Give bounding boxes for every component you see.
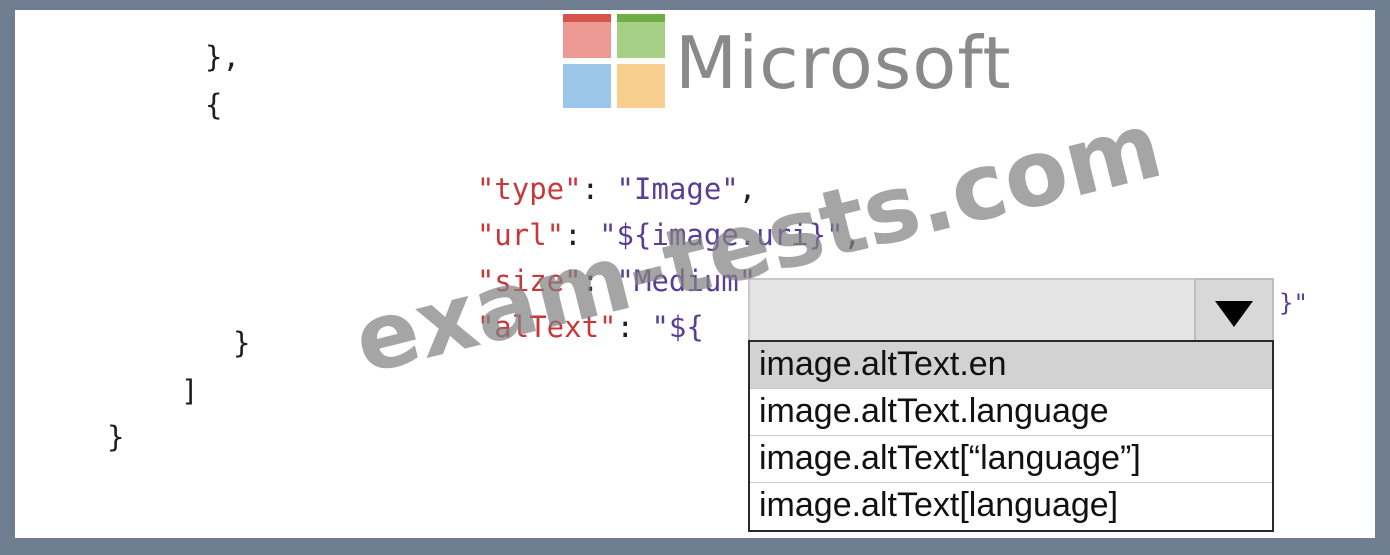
code-line-close-inner-object: } <box>233 326 251 360</box>
option-alttext-language-dot[interactable]: image.altText.language <box>750 389 1272 436</box>
caret-down-icon <box>1215 301 1253 327</box>
dropdown-toggle-button[interactable] <box>1194 278 1274 342</box>
option-alttext-en[interactable]: image.altText.en <box>750 342 1272 389</box>
answer-options-list: image.altText.en image.altText.language … <box>748 340 1274 532</box>
answer-select[interactable] <box>748 278 1274 342</box>
code-line-open-object: { <box>205 88 223 122</box>
question-panel: }, { "type": "Image", "url": "${image.ur… <box>15 10 1375 538</box>
code-line-close-array: ] <box>181 374 199 408</box>
option-alttext-language-bracket[interactable]: image.altText[language] <box>750 483 1272 530</box>
code-line-close-object: }, <box>205 40 240 74</box>
microsoft-logo-text: Microsoft <box>675 21 1012 105</box>
option-alttext-language-quoted[interactable]: image.altText[“language”] <box>750 436 1272 483</box>
code-line-close-root: } <box>107 420 125 454</box>
json-value-alttext-suffix: }" <box>1279 289 1308 317</box>
microsoft-logo-icon <box>563 14 675 116</box>
